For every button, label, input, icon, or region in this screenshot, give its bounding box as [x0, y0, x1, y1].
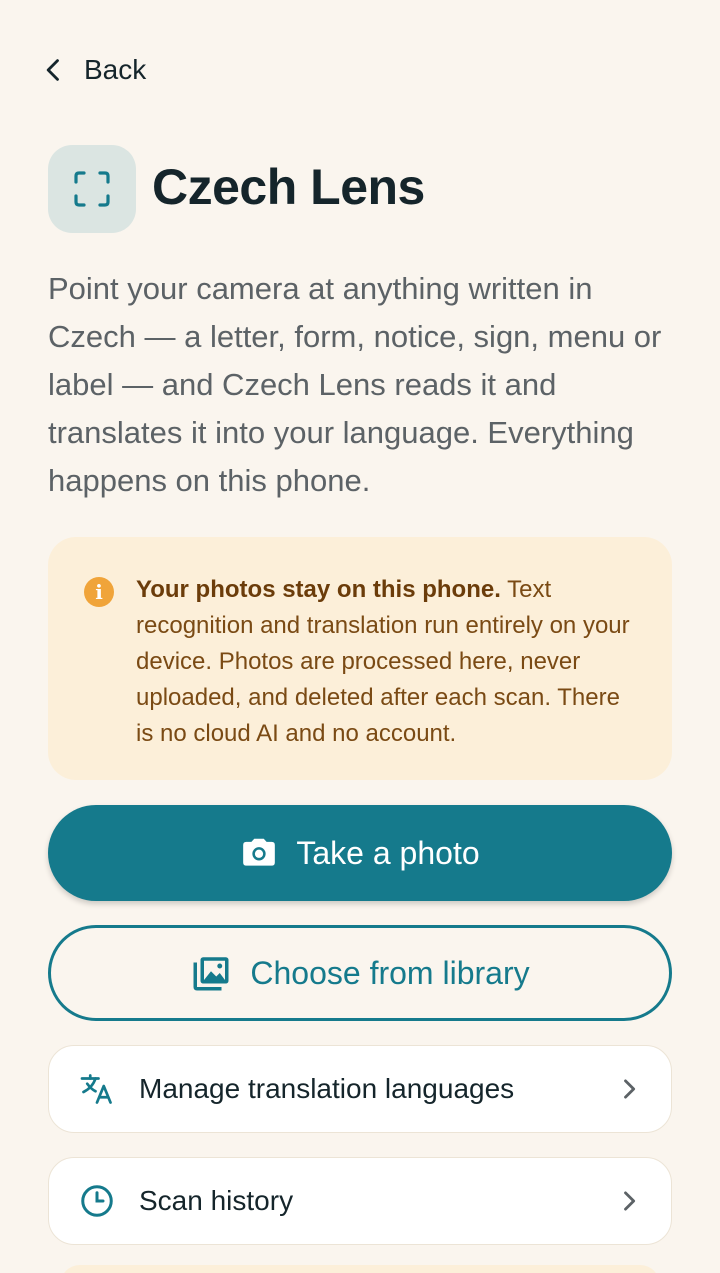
manage-languages-label: Manage translation languages [139, 1073, 515, 1104]
privacy-notice: i Your photos stay on this phone. Text r… [48, 537, 672, 780]
take-photo-button[interactable]: Take a photo [48, 805, 672, 901]
scan-history-item[interactable]: Scan history [48, 1157, 672, 1245]
intro-text: Point your camera at anything written in… [48, 271, 662, 498]
photo-library-icon [193, 957, 229, 991]
choose-library-label: Choose from library [250, 954, 530, 991]
back-label: Back [84, 54, 147, 85]
next-card-peek [60, 1265, 660, 1273]
notice-text: Your photos stay on this phone. Text rec… [136, 572, 636, 752]
scan-history-label: Scan history [139, 1185, 294, 1216]
translate-icon [80, 1074, 112, 1104]
app-logo [48, 145, 136, 233]
manage-languages-item[interactable]: Manage translation languages [48, 1045, 672, 1133]
info-icon: i [84, 577, 114, 607]
take-photo-label: Take a photo [296, 834, 480, 871]
choose-library-button[interactable]: Choose from library [48, 925, 672, 1021]
camera-icon [243, 838, 276, 866]
page-title: Czech Lens [152, 159, 425, 215]
chevron-right-icon [624, 1191, 636, 1211]
clock-icon [81, 1185, 113, 1217]
notice-heading: Your photos stay on this phone. [136, 576, 501, 603]
chevron-left-icon [46, 59, 59, 81]
scan-frame-icon [74, 171, 110, 207]
chevron-right-icon [624, 1079, 636, 1099]
back-button[interactable]: Back [40, 48, 146, 92]
screen: Back Czech Lens Point your camera at any… [0, 0, 720, 1273]
